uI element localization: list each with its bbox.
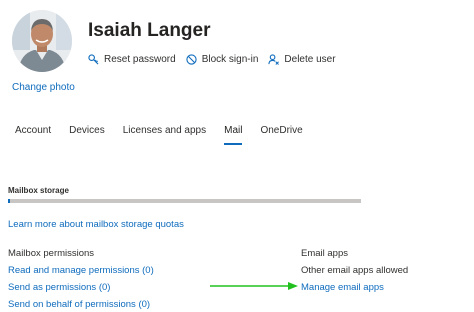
tab-mail[interactable]: Mail <box>224 125 243 145</box>
tab-licenses-and-apps[interactable]: Licenses and apps <box>123 125 206 145</box>
block-icon <box>186 54 197 65</box>
manage-email-apps-link[interactable]: Manage email apps <box>301 282 408 293</box>
send-as-permissions-link[interactable]: Send as permissions (0) <box>8 282 154 293</box>
mailbox-storage-fill <box>8 199 10 203</box>
avatar-container <box>8 10 76 72</box>
delete-user-label: Delete user <box>284 54 336 65</box>
delete-user-icon <box>268 54 280 65</box>
mailbox-permissions-heading: Mailbox permissions <box>8 248 95 259</box>
block-sign-in-label: Block sign-in <box>201 54 259 65</box>
key-icon <box>88 54 99 65</box>
reset-password-label: Reset password <box>104 54 176 65</box>
block-sign-in-button[interactable]: Block sign-in <box>186 54 259 65</box>
read-manage-permissions-link[interactable]: Read and manage permissions (0) <box>8 265 154 276</box>
mailbox-storage-label: Mailbox storage <box>8 186 69 195</box>
email-apps-section: Email apps Other email apps allowed Mana… <box>301 248 408 293</box>
reset-password-button[interactable]: Reset password <box>88 54 176 65</box>
tab-account[interactable]: Account <box>15 125 51 145</box>
delete-user-button[interactable]: Delete user <box>268 54 336 65</box>
email-apps-heading: Email apps <box>301 248 348 259</box>
change-photo-link[interactable]: Change photo <box>12 82 75 93</box>
tab-onedrive[interactable]: OneDrive <box>260 125 302 145</box>
learn-more-storage-link[interactable]: Learn more about mailbox storage quotas <box>8 219 184 230</box>
mailbox-permissions-section: Mailbox permissions Read and manage perm… <box>8 248 154 312</box>
user-actions-toolbar: Reset password Block sign-in Delete user <box>88 54 336 65</box>
tab-devices[interactable]: Devices <box>69 125 105 145</box>
user-tabs: Account Devices Licenses and apps Mail O… <box>15 125 321 145</box>
user-display-name: Isaiah Langer <box>88 20 211 41</box>
green-arrow-annotation <box>210 282 298 290</box>
send-on-behalf-permissions-link[interactable]: Send on behalf of permissions (0) <box>8 299 154 310</box>
email-apps-status: Other email apps allowed <box>301 265 409 276</box>
user-photo-icon <box>12 10 72 72</box>
avatar <box>12 10 72 72</box>
mailbox-storage-bar <box>8 199 361 203</box>
arrow-head <box>288 282 298 290</box>
